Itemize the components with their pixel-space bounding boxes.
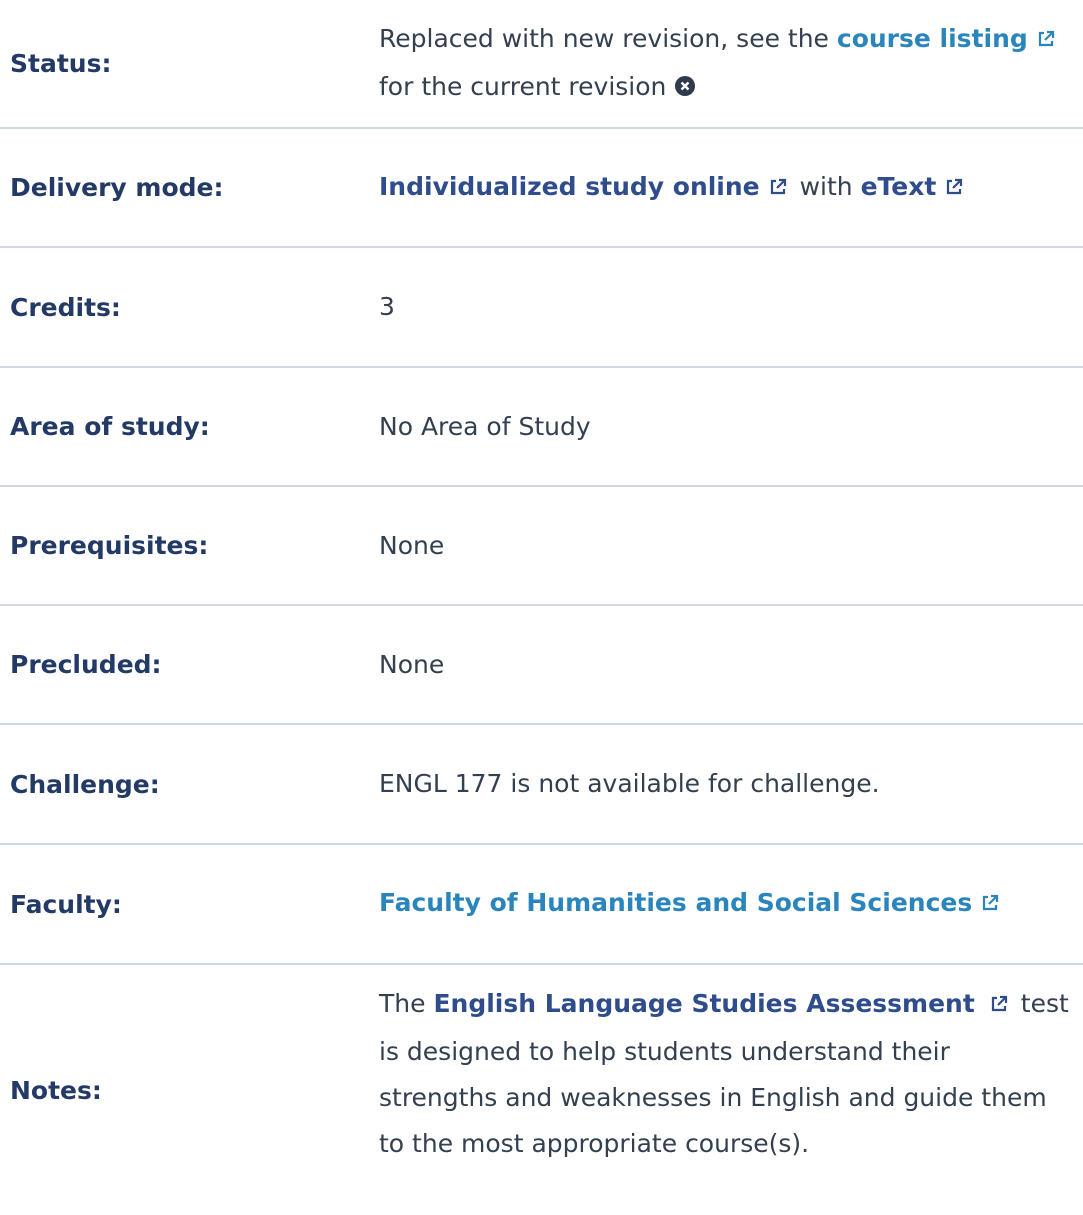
notes-prefix: The bbox=[379, 989, 434, 1018]
precluded-label: Precluded: bbox=[10, 650, 162, 679]
etext-link[interactable]: eText bbox=[861, 172, 937, 201]
status-label: Status: bbox=[10, 49, 112, 78]
delivery-mode-value: Individualized study online with eText bbox=[379, 129, 1069, 246]
challenge-row: Challenge: ENGL 177 is not available for… bbox=[0, 725, 1083, 845]
status-value: Replaced with new revision, see the cour… bbox=[379, 0, 1069, 127]
individualized-study-link[interactable]: Individualized study online bbox=[379, 172, 760, 201]
status-row: Status: Replaced with new revision, see … bbox=[0, 0, 1083, 129]
external-link-icon bbox=[980, 882, 1000, 928]
challenge-label: Challenge: bbox=[10, 769, 160, 799]
prerequisites-label: Prerequisites: bbox=[10, 531, 209, 560]
challenge-value: ENGL 177 is not available for challenge. bbox=[379, 769, 880, 798]
external-link-icon bbox=[989, 983, 1009, 1029]
area-of-study-label: Area of study: bbox=[10, 412, 210, 441]
delivery-mid-text: with bbox=[791, 171, 861, 201]
precluded-value: None bbox=[379, 649, 445, 679]
external-link-icon bbox=[1036, 18, 1056, 64]
notes-label: Notes: bbox=[10, 1075, 102, 1105]
area-of-study-row: Area of study: No Area of Study bbox=[0, 368, 1083, 487]
external-link-icon bbox=[768, 166, 788, 212]
credits-value: 3 bbox=[379, 292, 395, 321]
external-link-icon bbox=[944, 166, 964, 212]
course-listing-link[interactable]: course listing bbox=[837, 24, 1028, 53]
notes-row: Notes: The English Language Studies Asse… bbox=[0, 965, 1083, 1170]
faculty-value: Faculty of Humanities and Social Science… bbox=[379, 845, 1069, 963]
prerequisites-row: Prerequisites: None bbox=[0, 487, 1083, 606]
prerequisites-value: None bbox=[379, 530, 445, 560]
english-assessment-link[interactable]: English Language Studies Assessment bbox=[433, 989, 974, 1018]
close-circle-icon[interactable] bbox=[674, 66, 696, 112]
status-suffix: for the current revision bbox=[379, 71, 667, 101]
area-of-study-value: No Area of Study bbox=[379, 411, 591, 441]
notes-value: The English Language Studies Assessment … bbox=[379, 981, 1069, 1171]
faculty-link[interactable]: Faculty of Humanities and Social Science… bbox=[379, 888, 972, 917]
faculty-label: Faculty: bbox=[10, 889, 122, 919]
faculty-row: Faculty: Faculty of Humanities and Socia… bbox=[0, 845, 1083, 965]
delivery-mode-label: Delivery mode: bbox=[10, 173, 224, 202]
precluded-row: Precluded: None bbox=[0, 606, 1083, 725]
status-prefix: Replaced with new revision, see the bbox=[379, 23, 837, 53]
credits-row: Credits: 3 bbox=[0, 248, 1083, 368]
credits-label: Credits: bbox=[10, 292, 121, 322]
delivery-mode-row: Delivery mode: Individualized study onli… bbox=[0, 129, 1083, 248]
